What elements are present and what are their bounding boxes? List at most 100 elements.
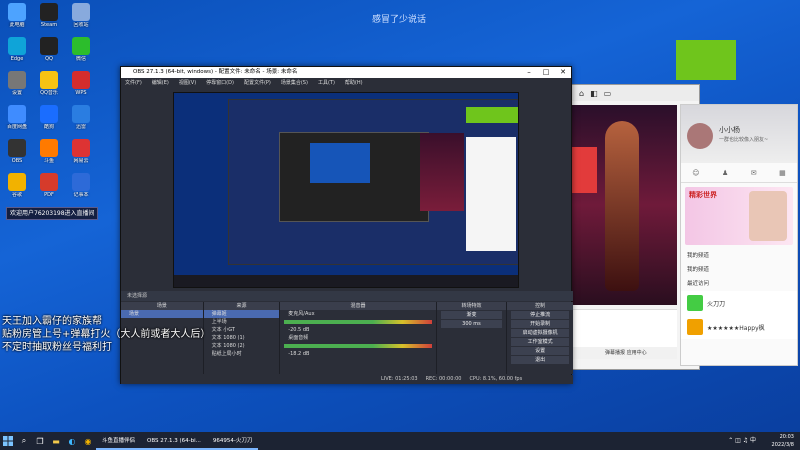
explorer-icon[interactable]: ▬ [48,432,64,450]
avatar [687,295,703,311]
menu-item[interactable]: 工具(T) [318,78,335,88]
task-view-icon[interactable]: ❐ [32,432,48,450]
grid-icon[interactable]: ▦ [779,169,786,177]
forward-icon[interactable]: ▭ [604,89,612,98]
source-item[interactable]: 文本 小GT [204,326,280,334]
desktop-icon-label: OBS [11,158,23,164]
desktop-icon[interactable]: 微信 [66,37,96,71]
taskbar-app[interactable]: OBS 27.1.3 (64-bi... [141,432,207,450]
home-icon[interactable]: ⌂ [579,89,584,98]
desktop-icon[interactable]: OBS [2,139,32,173]
desktop-icon[interactable]: 此电脑 [2,3,32,37]
obs-titlebar[interactable]: OBS 27.1.3 (64-bit, windows) - 配置文件: 未命名… [121,67,571,78]
chrome-icon[interactable]: ◉ [80,432,96,450]
menu-item[interactable]: 配置文件(P) [244,78,271,88]
control-button[interactable]: 停止推流 [511,311,569,319]
username: 小小杨 [719,126,740,134]
duration-input[interactable]: 300 ms [440,320,503,328]
chat-icon[interactable]: ✉ [751,169,757,177]
preview-nested-window [310,143,370,183]
transitions-dock[interactable]: 转场特效 渐变 300 ms [436,302,507,374]
list-item[interactable]: 我的频道 [681,249,797,263]
avatar[interactable] [687,123,713,149]
control-button[interactable]: 设置 [511,347,569,355]
close-icon[interactable]: ✕ [555,67,571,78]
desktop-icon[interactable]: 设置 [2,71,32,105]
list-item[interactable]: 我的频道 [681,263,797,277]
menu-item[interactable]: 场景集合(S) [281,78,308,88]
control-button[interactable]: 启动虚拟摄像机 [511,329,569,337]
menu-item[interactable]: 视图(V) [179,78,196,88]
desktop-icon[interactable]: QQ [34,37,64,71]
mixer-channel-db: -18.2 dB [288,351,310,357]
friend-item[interactable]: ★★★★★★Happy枫 [681,315,797,339]
group-icon[interactable]: ♟ [722,169,728,177]
desktop-icon[interactable]: PDF [34,173,64,207]
app-icon [8,105,26,123]
control-button[interactable]: 退出 [511,356,569,364]
obs-preview[interactable] [173,92,519,288]
desktop-icon[interactable]: 迅雷 [66,105,96,139]
clock-time: 20:03 [779,434,794,440]
app-icon [72,139,90,157]
source-item[interactable]: 弹幕姬 [203,310,280,318]
back-icon[interactable]: ◧ [590,89,598,98]
status-cpu: CPU: 8.1%, 60.00 fps [469,376,523,382]
desktop-icon[interactable]: Edge [2,37,32,71]
desktop-icon[interactable]: QQ音乐 [34,71,64,105]
desktop-icon[interactable]: 回收站 [66,3,96,37]
mixer-channel-name: 麦克风/Aux [288,311,315,317]
system-tray[interactable]: ⌃ ◫ ♫ 中 [728,432,756,450]
clock-date: 2022/3/8 [771,442,794,448]
desktop-icon-label: 记事本 [73,192,89,198]
desktop-icon[interactable]: 斗鱼 [34,139,64,173]
desktop-icon[interactable]: 网易云 [66,139,96,173]
desktop-icon[interactable]: 记事本 [66,173,96,207]
transition-select[interactable]: 渐变 [440,311,503,319]
source-item[interactable]: 文本 1080 (2) [204,342,280,350]
volume-meter[interactable] [284,344,432,348]
menu-item[interactable]: 文件(F) [125,78,142,88]
maximize-icon[interactable]: □ [538,67,554,78]
browser-window[interactable]: ⌂ ◧ ▭ 弹幕播报 应用中心 [560,84,700,370]
volume-meter[interactable] [284,320,432,324]
minimize-icon[interactable]: – [521,67,537,78]
chat-line: 贴粉房管上号+弹幕打火（大人前或者大人后） [2,329,211,340]
taskbar-app[interactable]: 964954-火刀刀 [206,432,259,450]
promo-banner[interactable]: 精彩世界 [685,187,793,245]
desktop-icon-label: 此电脑 [9,22,25,28]
desktop-icon[interactable]: 谷歌 [2,173,32,207]
source-item[interactable]: 贴纸上局小时 [204,350,280,358]
desktop-icon[interactable]: WPS [66,71,96,105]
taskbar-app[interactable]: 斗鱼直播伴侣 [96,432,142,450]
menu-item[interactable]: 编辑(E) [152,78,169,88]
person-icon[interactable]: ☺ [692,169,699,177]
windows-icon [3,436,13,446]
clock[interactable]: 20:03 2022/3/8 [772,432,794,450]
desktop-icon-label: Steam [40,22,58,28]
desktop-icon[interactable]: 百度网盘 [2,105,32,139]
obs-statusbar: LIVE: 01:25:03 REC: 00:00:00 CPU: 8.1%, … [121,375,573,384]
app-icon [8,37,26,55]
list-item[interactable]: 最近访问 [681,277,797,291]
desktop-icon[interactable]: 酷狗 [34,105,64,139]
search-icon[interactable]: ⌕ [16,432,32,450]
source-item[interactable]: 上半场 [204,318,280,326]
start-button[interactable] [0,432,16,450]
source-item[interactable]: 文本 1080 (1) [204,334,280,342]
menu-item[interactable]: 停靠窗口(D) [206,78,234,88]
mixer-channel-name: 桌面音频 [288,335,309,341]
edge-icon[interactable]: ◐ [64,432,80,450]
controls-dock[interactable]: 控制 停止推流 开始录制 启动虚拟摄像机 工作室模式 设置 退出 [507,302,573,374]
menu-item[interactable]: 帮助(H) [345,78,363,88]
desktop-icon[interactable]: Steam [34,3,64,37]
control-button[interactable]: 开始录制 [511,320,569,328]
chat-input-area[interactable] [565,309,677,347]
mixer-channel-db: -20.5 dB [288,327,310,333]
control-button[interactable]: 工作室模式 [511,338,569,346]
mixer-dock[interactable]: 混音器 麦克风/Aux -20.5 dB 桌面音频 -18.2 dB [280,302,436,374]
desktop: 感冒了少说话 此电脑 Steam 回收站 Edge QQ 微信 设置 QQ音乐 WPS 百度网盘 酷… [0,0,800,432]
chat-panel[interactable]: 小小杨 一群也比较像入朋友~ ☺ ♟ ✉ ▦ 精彩世界 我的频道 我的频道 最近… [680,104,798,366]
sources-dock[interactable]: 来源 弹幕姬 上半场 文本 小GT 文本 1080 (1) 文本 1080 (2) 贴纸上… [203,302,280,374]
friend-item[interactable]: 火刀刀 [681,291,797,315]
